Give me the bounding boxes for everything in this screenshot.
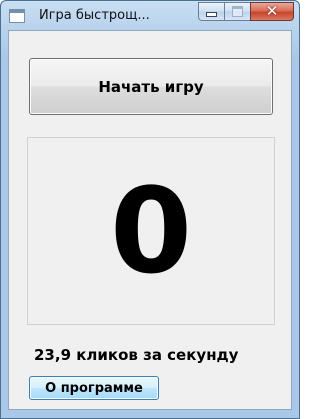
window-title: Игра быстрощ... bbox=[39, 8, 150, 23]
click-counter-value: 0 bbox=[109, 162, 193, 300]
minimize-icon bbox=[206, 12, 217, 17]
app-window: Игра быстрощ... ✕ Начать игру 0 23,9 кли… bbox=[0, 0, 300, 419]
clicks-per-second-label: 23,9 кликов за секунду bbox=[34, 346, 239, 364]
app-window-icon[interactable] bbox=[9, 9, 25, 23]
about-button[interactable]: О программе bbox=[29, 376, 159, 400]
close-icon: ✕ bbox=[265, 2, 279, 20]
start-game-button[interactable]: Начать игру bbox=[29, 58, 273, 115]
window-controls: ✕ bbox=[198, 2, 294, 21]
maximize-button bbox=[224, 2, 250, 21]
maximize-icon bbox=[232, 6, 243, 17]
click-counter-panel[interactable]: 0 bbox=[27, 137, 275, 325]
window-client-area: Начать игру 0 23,9 кликов за секунду О п… bbox=[8, 30, 292, 410]
close-button[interactable]: ✕ bbox=[250, 2, 294, 21]
title-bar[interactable]: Игра быстрощ... ✕ bbox=[1, 1, 299, 31]
minimize-button[interactable] bbox=[198, 2, 224, 21]
